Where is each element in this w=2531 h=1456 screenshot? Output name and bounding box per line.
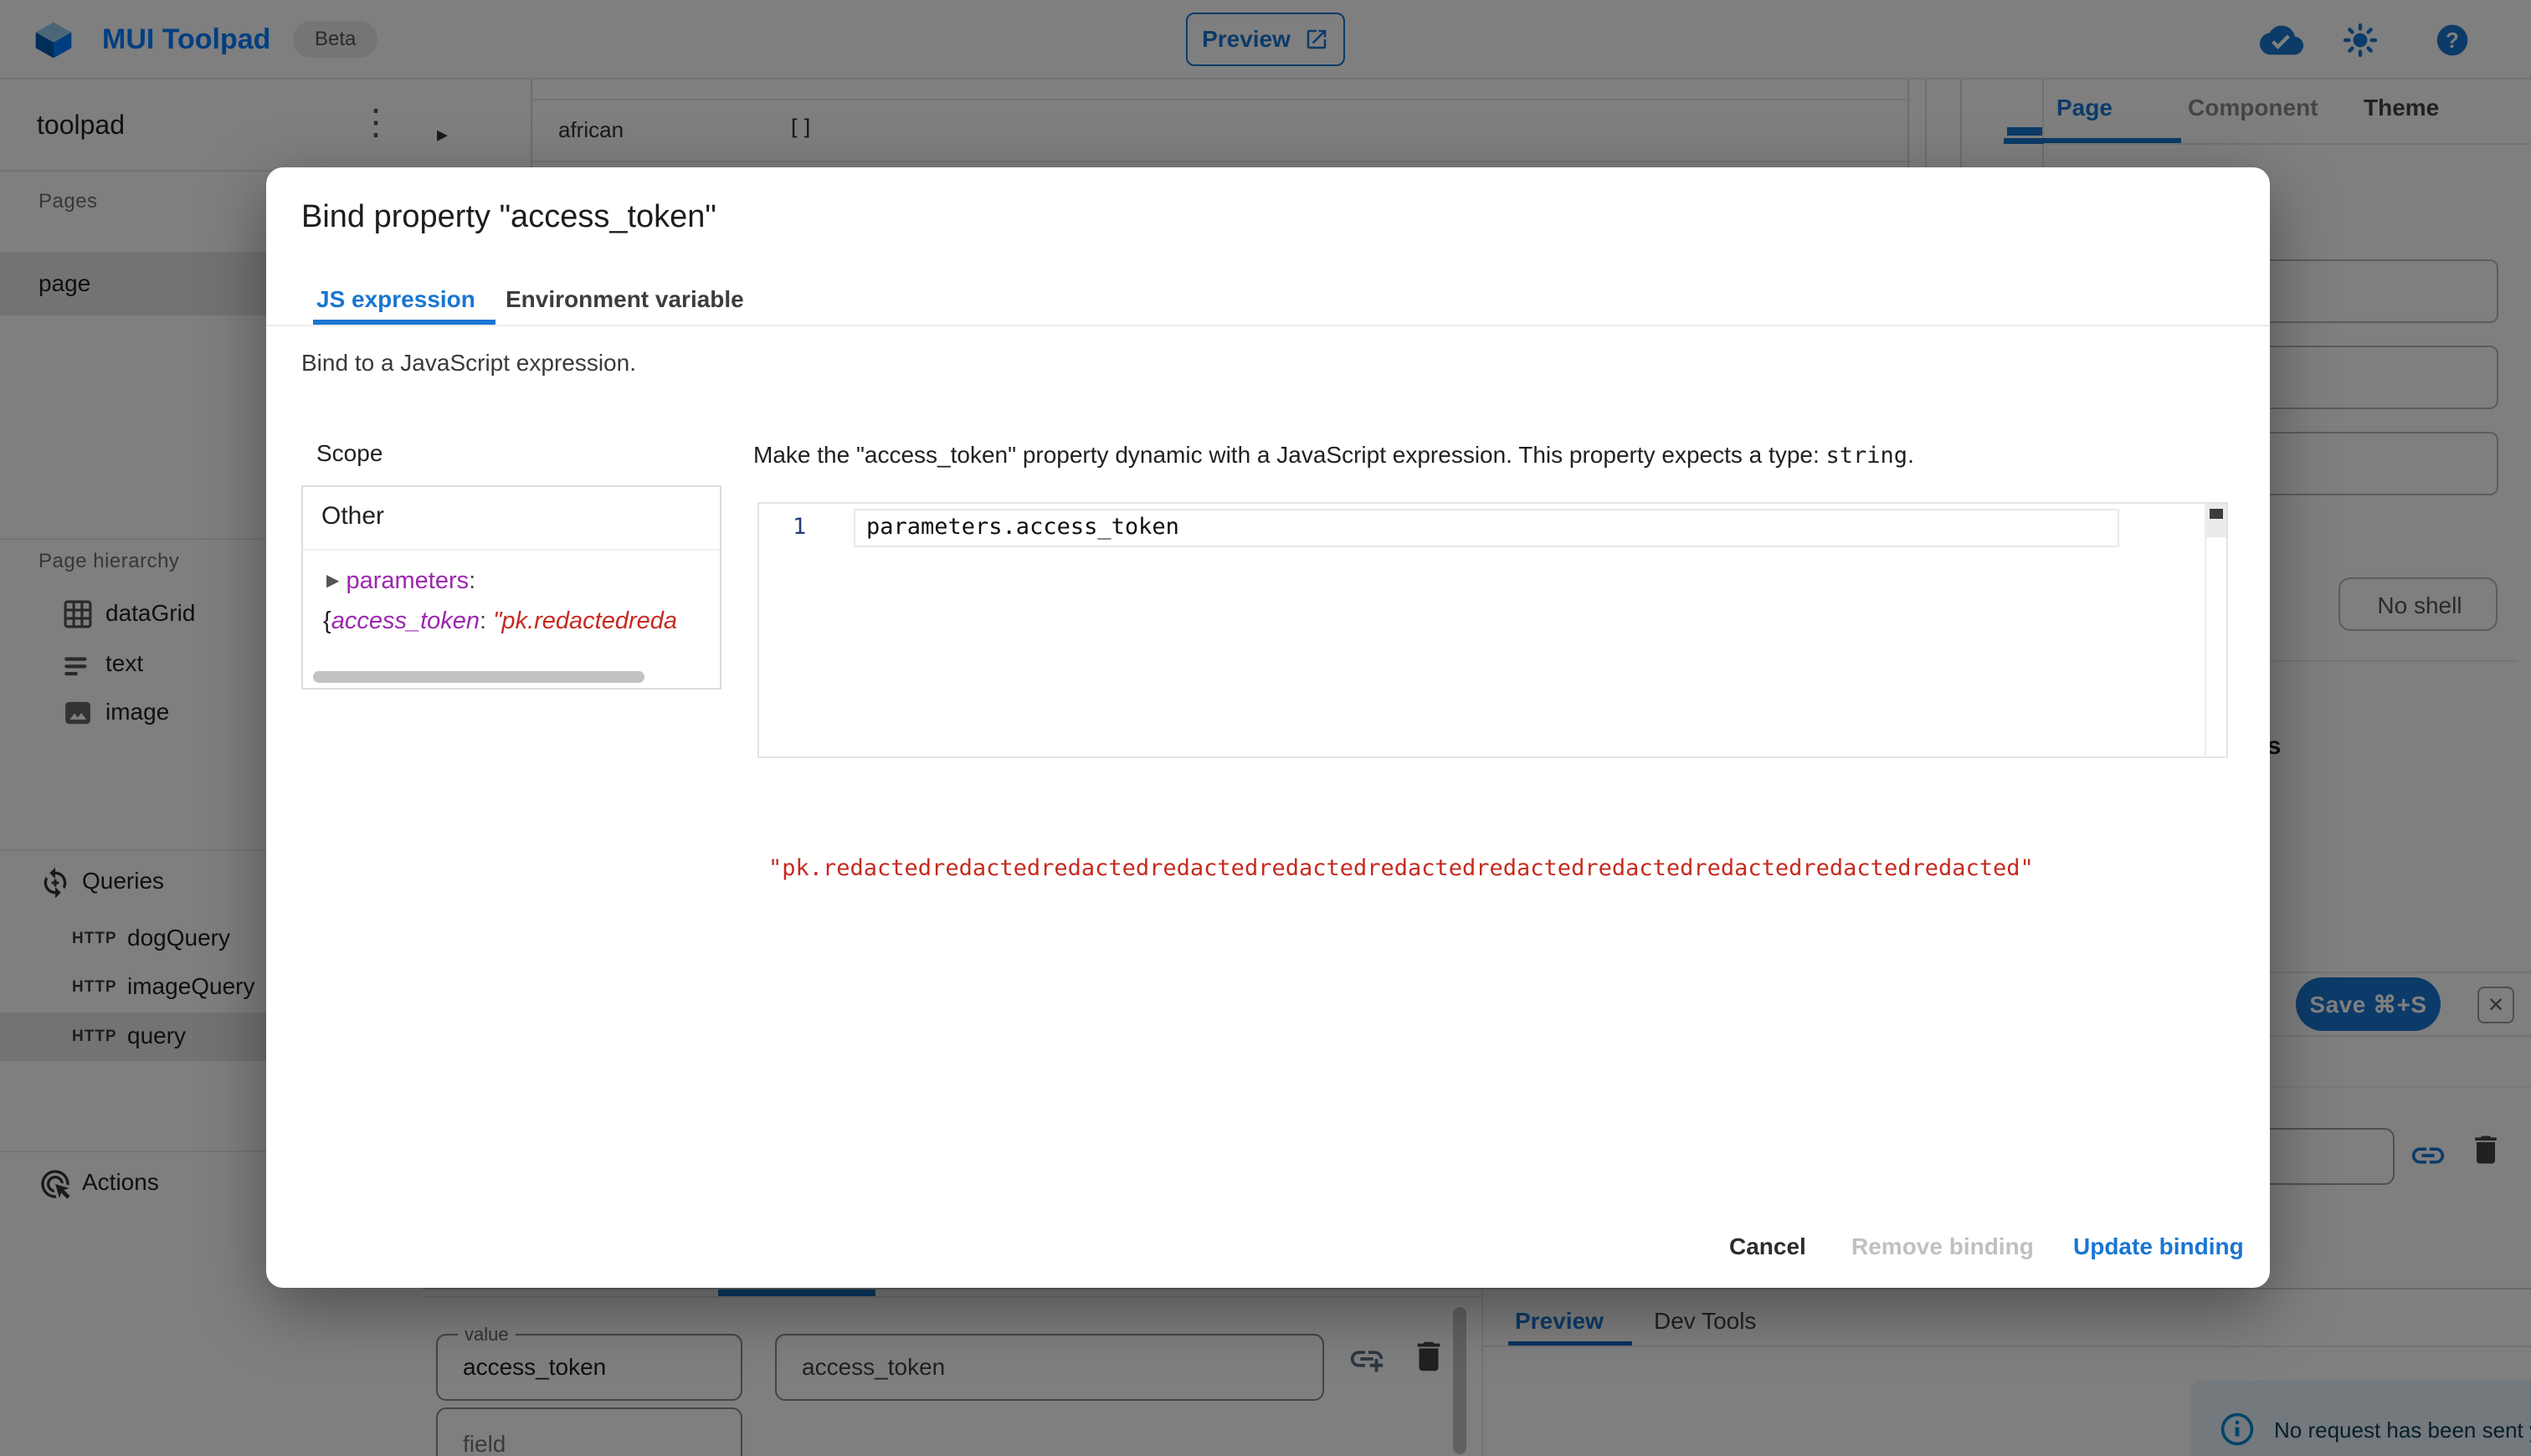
minimap-code-blob (2210, 509, 2223, 519)
editor-code: parameters.access_token (866, 514, 1179, 540)
minimap-divider (2205, 504, 2206, 756)
tree-colon: : (480, 608, 494, 634)
tab-environment-variable[interactable]: Environment variable (506, 286, 744, 313)
tree-brace: { (323, 608, 331, 634)
divider (303, 549, 720, 551)
scope-group-label: Other (321, 502, 385, 530)
divider (266, 325, 2270, 326)
bind-property-dialog: Bind property "access_token" JS expressi… (266, 167, 2270, 1288)
tree-key: parameters (346, 567, 470, 594)
scope-label: Scope (316, 440, 383, 466)
binding-description: Make the "access_token" property dynamic… (753, 442, 2235, 469)
editor-line-number: 1 (793, 514, 807, 540)
update-binding-button[interactable]: Update binding (2073, 1233, 2244, 1260)
tree-key-access-token: access_token (331, 608, 480, 634)
tree-expander-icon[interactable]: ▶ (326, 572, 339, 590)
toolpad-editor-screen: MUI Toolpad Beta Preview (0, 0, 2531, 1456)
scope-hscrollbar[interactable] (313, 671, 644, 683)
cancel-button[interactable]: Cancel (1729, 1233, 1806, 1260)
dialog-title: Bind property "access_token" (301, 199, 716, 234)
evaluated-result: "pk.redactedredactedredactedredactedreda… (768, 855, 2034, 881)
tree-string-value: "pk.redactedreda (493, 608, 678, 634)
tab-js-expression[interactable]: JS expression (316, 286, 475, 313)
scope-tree-parameters[interactable]: ▶ parameters: (326, 567, 708, 604)
description-period: . (1907, 442, 1914, 468)
description-type: string (1825, 443, 1908, 469)
tree-colon: : (469, 567, 476, 594)
description-text: Make the "access_token" property dynamic… (753, 442, 1826, 468)
scope-box: Other ▶ parameters: {access_token: "pk.r… (301, 485, 721, 690)
remove-binding-button[interactable]: Remove binding (1851, 1233, 2034, 1260)
dialog-subtitle: Bind to a JavaScript expression. (301, 350, 636, 376)
scope-tree-value: {access_token: "pk.redactedreda (323, 608, 708, 648)
js-expression-editor[interactable]: 1 parameters.access_token (757, 502, 2228, 758)
